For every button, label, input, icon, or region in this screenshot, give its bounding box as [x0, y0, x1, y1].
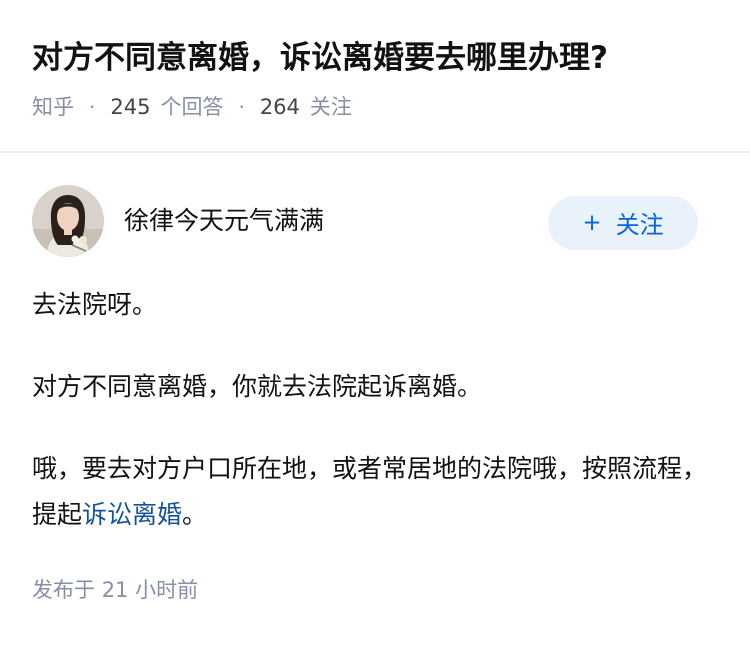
answer-paragraph-end: 。 — [182, 500, 208, 529]
answer-body: 去法院呀。 对方不同意离婚，你就去法院起诉离婚。 哦，要去对方户口所在地，或者常… — [32, 282, 718, 538]
answer-count: 245 — [110, 95, 151, 119]
answer-count-label[interactable]: 个回答 — [160, 92, 223, 122]
question-meta: 知乎 · 245 个回答 · 264 关注 — [32, 92, 718, 122]
question-header: 对方不同意离婚，诉讼离婚要去哪里办理? 知乎 · 245 个回答 · 264 关… — [0, 0, 750, 119]
plus-icon: + — [582, 209, 602, 236]
publish-time-value: 21 小时前 — [101, 578, 199, 602]
publish-time[interactable]: 发布于 21 小时前 — [32, 574, 718, 604]
answer-paragraph: 对方不同意离婚，你就去法院起诉离婚。 — [32, 372, 483, 401]
answer-card: 徐律今天元气满满 + 关注 去法院呀。 对方不同意离婚，你就去法院起诉离婚。 哦… — [0, 153, 750, 604]
inline-link-litigation-divorce[interactable]: 诉讼离婚 — [82, 500, 182, 529]
author-avatar[interactable] — [32, 184, 104, 257]
source-label[interactable]: 知乎 — [32, 92, 74, 122]
follower-count-label[interactable]: 关注 — [310, 92, 352, 122]
follower-count: 264 — [259, 95, 300, 119]
follow-button-label: 关注 — [615, 211, 664, 239]
answer-paragraph: 去法院呀。 — [32, 290, 158, 319]
meta-separator: · — [238, 95, 245, 119]
publish-label: 发布于 — [32, 578, 95, 602]
author-name[interactable]: 徐律今天元气满满 — [124, 201, 548, 237]
meta-separator: · — [89, 95, 96, 119]
answer-paragraph: 哦，要去对方户口所在地，或者常居地的法院哦，按照流程，提起诉讼离婚。 — [32, 446, 718, 538]
author-row: 徐律今天元气满满 + 关注 — [32, 183, 718, 258]
question-title[interactable]: 对方不同意离婚，诉讼离婚要去哪里办理? — [32, 36, 718, 80]
follow-button[interactable]: + 关注 — [548, 195, 698, 250]
